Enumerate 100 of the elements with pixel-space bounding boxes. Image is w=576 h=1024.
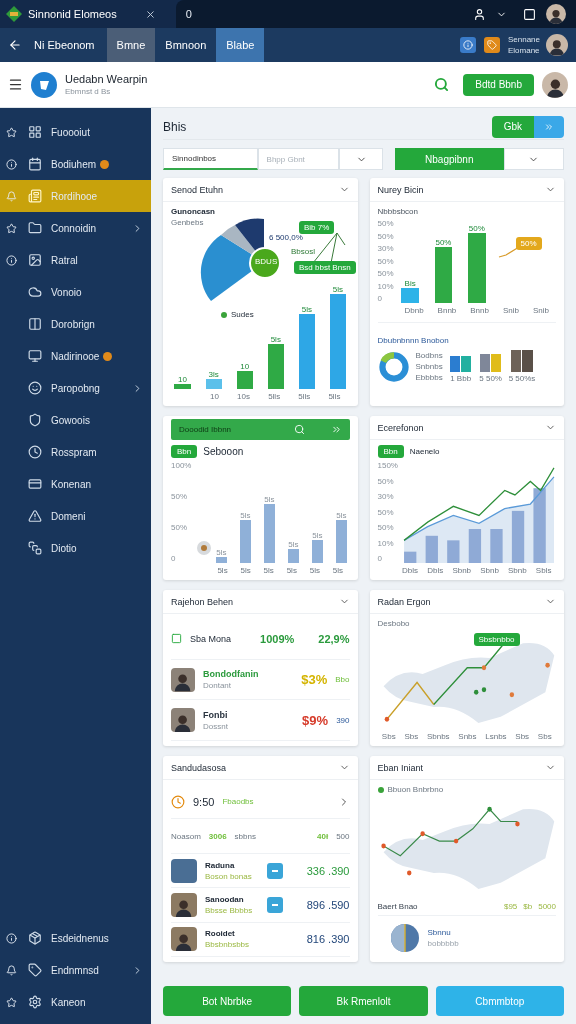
chart-bar (215, 557, 228, 563)
map-dot (481, 687, 486, 693)
pie-icon (389, 923, 420, 953)
axis-label: Sbs (381, 732, 396, 741)
bar-value: 5ls (270, 335, 281, 344)
axis-label: Snbs (458, 732, 477, 741)
callout-tag: Bsd bbst Bnsn (294, 261, 356, 274)
bar-value: 5ls (288, 540, 299, 549)
axis-title: Nbbbsbcon (377, 207, 419, 216)
search-icon[interactable] (434, 77, 450, 92)
stat-text: Baert Bnao (377, 902, 419, 911)
map-dot (514, 821, 520, 827)
axis-label: 5ls (286, 566, 297, 575)
stat-text: $b (523, 902, 533, 911)
map-tag: Sbsbnbbo (473, 633, 520, 646)
sidebar-item[interactable]: Ratral (0, 244, 151, 276)
search-field[interactable]: Sinnodinbos (163, 148, 258, 170)
legend-label: Bbuon Bnbrbno (387, 785, 444, 794)
sidebar-item[interactable]: Diotio (0, 532, 151, 564)
double-chevron-icon (544, 121, 554, 132)
sidebar-item[interactable]: Rosspram (0, 436, 151, 468)
sidebar-item[interactable]: Domeni (0, 500, 151, 532)
user-icon[interactable] (473, 7, 486, 21)
axis-label: 50% (171, 492, 188, 501)
summary-value: 1009% (260, 632, 295, 645)
card-icon (28, 477, 42, 491)
row-value: 896 .590 (306, 898, 350, 911)
bar-value: 5ls (312, 530, 323, 540)
axis-label: 50% (377, 523, 395, 532)
row-subtitle: Bbsbnbsbbs (205, 940, 251, 950)
sidebar-item[interactable]: Paropobng (0, 372, 151, 404)
sidebar-label: Bodiuhem (51, 158, 97, 170)
axis-label: Sbs (515, 732, 530, 741)
axis-label: Snib (532, 306, 549, 315)
address-bar[interactable]: 0 (175, 0, 576, 28)
summary-label: Sba Mona (190, 633, 233, 644)
sidebar-label: Dorobrign (51, 318, 95, 330)
chart-bar (434, 247, 453, 303)
axis-label: 50% (377, 476, 395, 486)
double-chevron-icon (330, 424, 342, 435)
sidebar-item[interactable]: Gowoois (0, 404, 151, 436)
sidebar-item[interactable]: Fuoooiut (0, 116, 151, 148)
sidebar-label: Konenan (51, 478, 92, 490)
axis-label: 10s (237, 392, 250, 401)
legend-label: Sudes (231, 310, 254, 319)
row-value: 336 .390 (306, 864, 350, 877)
user-avatar (546, 4, 566, 24)
square-icon[interactable] (523, 7, 536, 21)
nav-tab[interactable]: Bmne (106, 28, 156, 62)
sidebar-item[interactable]: Vonoio (0, 276, 151, 308)
nav-tab[interactable]: Bmnoon (155, 28, 217, 62)
user-name: Sennane (507, 35, 540, 44)
map-label: Desbobo (377, 619, 411, 628)
map-dot (481, 665, 486, 671)
user-avatar (542, 71, 568, 98)
axis-label: 5ls (309, 566, 320, 575)
axis-label: 1 Bbb (450, 374, 472, 383)
sidebar-label: Diotio (51, 542, 77, 554)
table-header-cell: Noasom (171, 831, 201, 841)
axis-label: 5 50%s (508, 374, 536, 383)
person-role: Dontant (203, 681, 233, 690)
axis-label: 30% (377, 492, 395, 501)
info-icon[interactable] (459, 37, 476, 53)
map-dot (453, 838, 458, 844)
card-title: Radan Ergon (377, 596, 431, 607)
nav-tab[interactable]: Blabe (216, 28, 265, 62)
bar-value: 50% (468, 224, 485, 233)
sidebar-item[interactable]: Endnmnsd (0, 954, 151, 986)
sidebar-item[interactable]: Kaneon (0, 986, 151, 1018)
row-name: Raduna (205, 860, 236, 870)
sidebar-label: Nadirinooe (51, 350, 100, 362)
tag-icon[interactable] (483, 37, 500, 53)
sidebar-item[interactable]: Nadirinooe (0, 340, 151, 372)
chart-bar (401, 287, 419, 303)
card-title: Eban Iniant (377, 762, 424, 773)
sidebar-item[interactable]: Konenan (0, 468, 151, 500)
square-icon (171, 633, 182, 645)
sidebar-item[interactable]: Connoidin (0, 212, 151, 244)
axis-label: 50% (377, 231, 394, 241)
back-icon[interactable] (8, 38, 22, 52)
sidebar-item[interactable]: Bodiuhem (0, 148, 151, 180)
sidebar-label: Fuoooiut (51, 126, 90, 138)
map-dot (384, 716, 389, 722)
bar-value: 10 (178, 375, 187, 384)
close-icon[interactable] (144, 8, 156, 20)
card-title: Sandudasosa (171, 762, 227, 773)
chart-bar (490, 529, 503, 563)
map-dot (406, 870, 411, 876)
bar-value: 5ls (264, 494, 275, 504)
chart-bar (267, 344, 284, 389)
package-icon (28, 931, 42, 945)
menu-icon[interactable] (8, 77, 23, 92)
sidebar-item[interactable]: Dorobrign (0, 308, 151, 340)
person-value: $9% (302, 712, 329, 728)
map-dot (486, 806, 492, 812)
chart-bar (335, 519, 348, 563)
axis-label: 5ls (263, 566, 274, 575)
chevron-button[interactable] (534, 115, 564, 138)
sidebar-item[interactable]: Esdeidnenus (0, 922, 151, 954)
axis-label: 0 (377, 554, 383, 563)
